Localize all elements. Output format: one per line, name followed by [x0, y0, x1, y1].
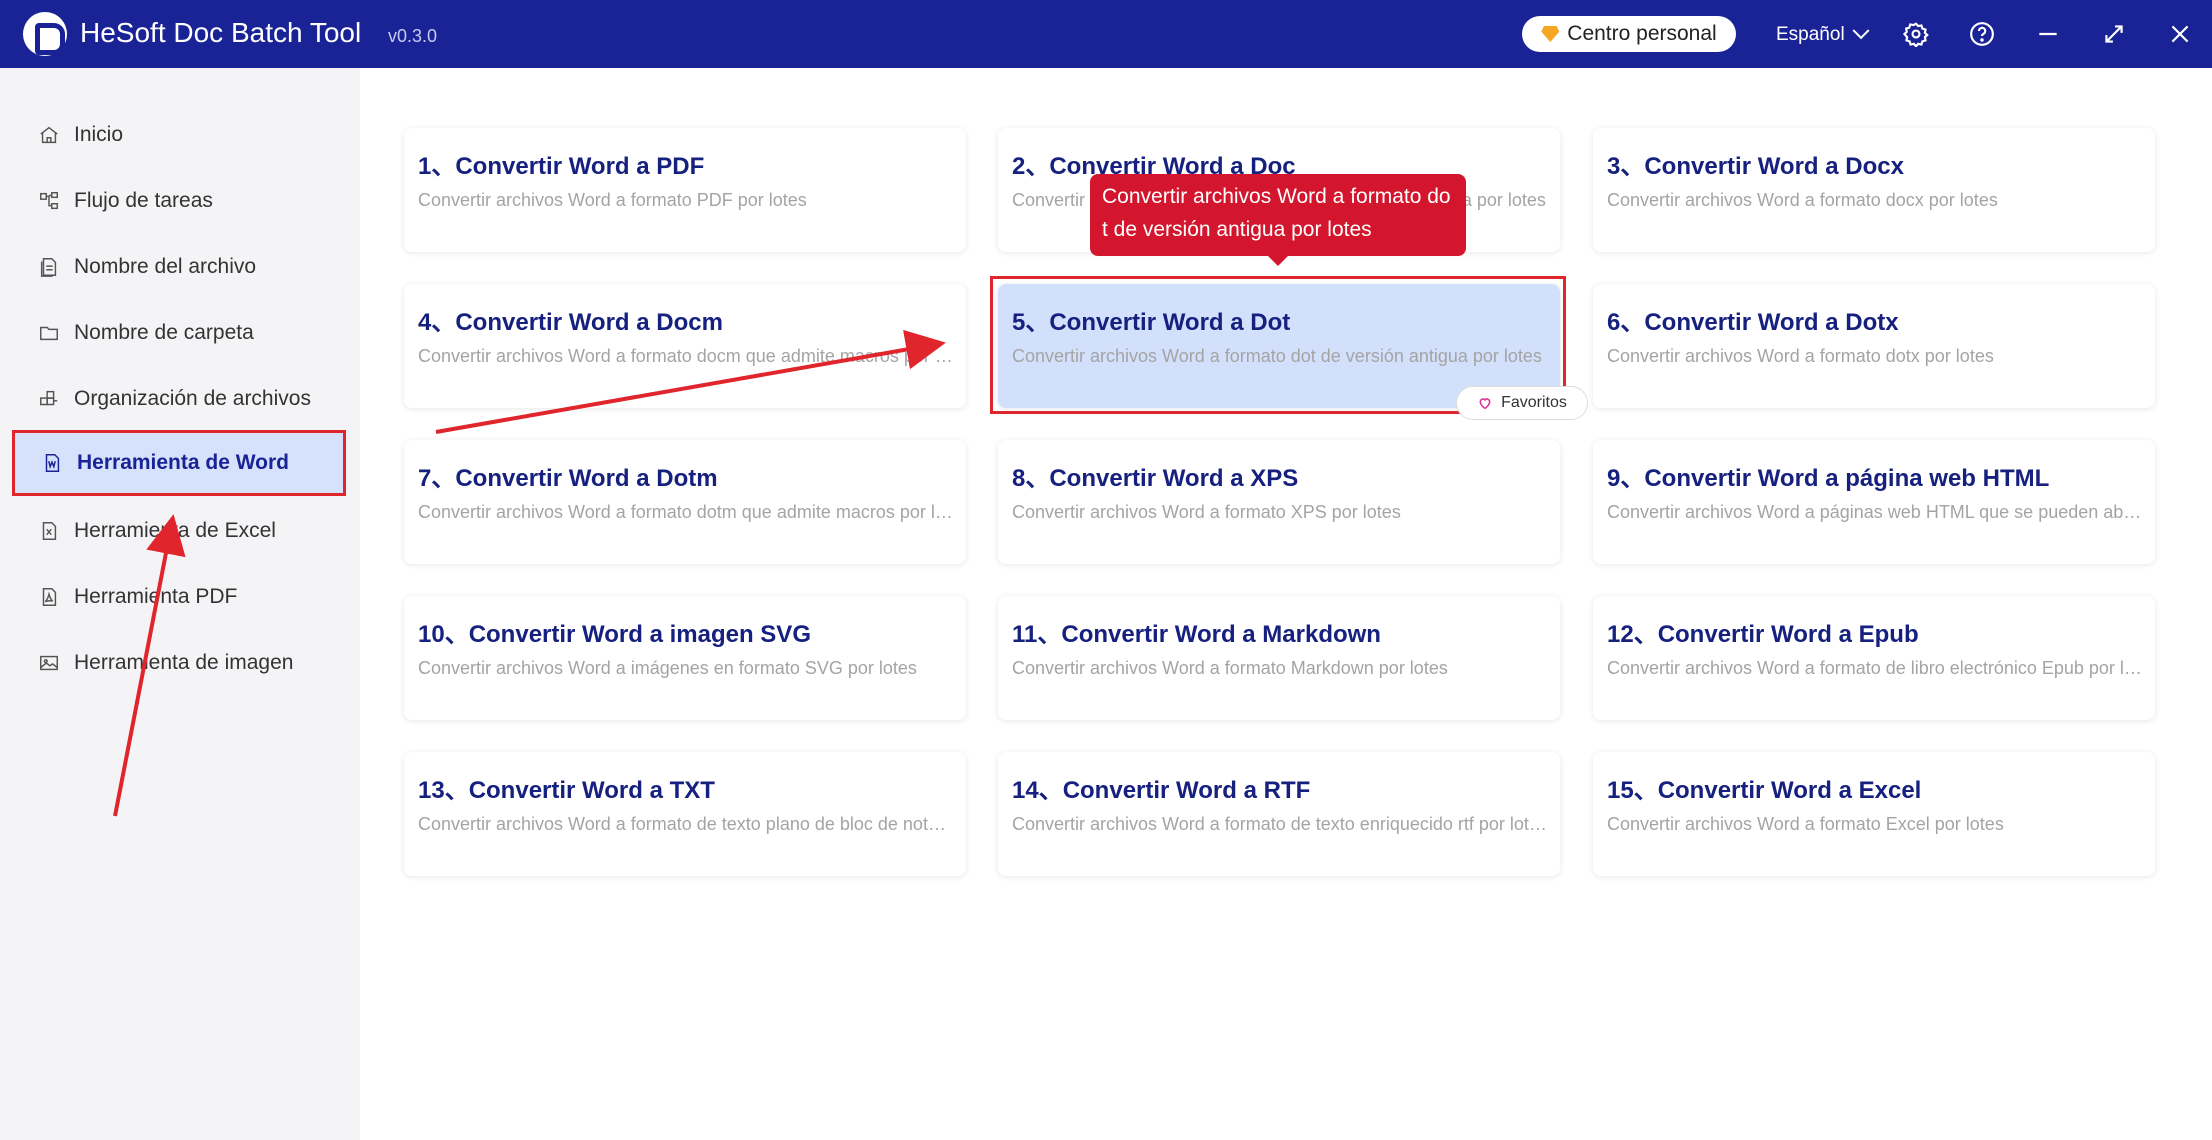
tool-description: Convertir archivos Word a formato dotx p… [1607, 346, 1994, 366]
minimize-icon[interactable] [2034, 20, 2062, 48]
tool-card-word-to-docx[interactable]: 3、Convertir Word a Docx Convertir archiv… [1593, 128, 2155, 252]
sidebar-item-label: Herramienta de Word [77, 451, 289, 474]
sidebar-item-label: Organización de archivos [74, 387, 311, 410]
language-select[interactable]: Español [1776, 22, 1870, 48]
language-label: Español [1776, 24, 1845, 45]
tool-card-word-to-xps[interactable]: 8、Convertir Word a XPS Convertir archivo… [998, 440, 1560, 564]
tool-title: 5、Convertir Word a Dot [1012, 309, 1291, 336]
tooltip-line: Convertir archivos Word a formato do [1102, 185, 1451, 208]
image-icon [38, 652, 60, 674]
heart-icon [1477, 395, 1493, 411]
sidebar-item-organizacion-de-archivos[interactable]: Organización de archivos [12, 366, 346, 432]
tool-card-word-to-dotx[interactable]: 6、Convertir Word a Dotx Convertir archiv… [1593, 284, 2155, 408]
sidebar-item-herramienta-de-word[interactable]: Herramienta de Word [12, 430, 346, 496]
tool-description: Convertir archivos Word a formato Excel … [1607, 814, 2004, 834]
tool-description: Convertir archivos Word a imágenes en fo… [418, 658, 917, 678]
sidebar-item-herramienta-de-excel[interactable]: Herramienta de Excel [12, 498, 346, 564]
sidebar-item-label: Flujo de tareas [74, 189, 213, 212]
tool-title: 10、Convertir Word a imagen SVG [418, 621, 811, 648]
tool-description: Convertir archivos Word a formato de tex… [1012, 814, 1547, 834]
organize-icon [38, 388, 60, 410]
sidebar-item-flujo-de-tareas[interactable]: Flujo de tareas [12, 168, 346, 234]
tool-title: 14、Convertir Word a RTF [1012, 777, 1311, 804]
home-icon [38, 124, 60, 146]
tool-description: Convertir archivos Word a formato docx p… [1607, 190, 1998, 210]
title-bar: HeSoft Doc Batch Tool v0.3.0 Centro pers… [0, 0, 2212, 68]
tool-card-word-to-docm[interactable]: 4、Convertir Word a Docm Convertir archiv… [404, 284, 966, 408]
tool-title: 12、Convertir Word a Epub [1607, 621, 1919, 648]
pdf-icon [38, 586, 60, 608]
tooltip-line: t de versión antigua por lotes [1102, 218, 1372, 241]
help-icon[interactable] [1968, 20, 1996, 48]
word-icon [41, 452, 63, 474]
workflow-icon [38, 190, 60, 212]
tool-description: Convertir archivos Word a formato PDF po… [418, 190, 807, 210]
tooltip: Convertir archivos Word a formato do t d… [1090, 174, 1466, 266]
app-title: HeSoft Doc Batch Tool [80, 17, 362, 48]
tool-description: Convertir archivos Word a formato de lib… [1607, 658, 2142, 678]
tool-title: 6、Convertir Word a Dotx [1607, 309, 1899, 336]
sidebar-item-label: Herramienta de Excel [74, 519, 276, 542]
sidebar-item-nombre-de-carpeta[interactable]: Nombre de carpeta [12, 300, 346, 366]
file-name-icon [38, 256, 60, 278]
favorite-label: Favoritos [1501, 394, 1567, 411]
tool-description: Convertir archivos Word a formato XPS po… [1012, 502, 1401, 522]
tool-title: 7、Convertir Word a Dotm [418, 465, 718, 492]
tool-card-word-to-dotm[interactable]: 7、Convertir Word a Dotm Convertir archiv… [404, 440, 966, 564]
sidebar-item-nombre-del-archivo[interactable]: Nombre del archivo [12, 234, 346, 300]
tool-card-word-to-svg[interactable]: 10、Convertir Word a imagen SVG Convertir… [404, 596, 966, 720]
sidebar-item-herramienta-de-imagen[interactable]: Herramienta de imagen [12, 630, 346, 696]
tool-description: Convertir archivos Word a formato de tex… [418, 814, 953, 834]
tool-description: Convertir archivos Word a páginas web HT… [1607, 502, 2142, 522]
app-version: v0.3.0 [388, 26, 438, 46]
tool-title: 4、Convertir Word a Docm [418, 309, 723, 336]
tool-card-word-to-epub[interactable]: 12、Convertir Word a Epub Convertir archi… [1593, 596, 2155, 720]
favorite-button[interactable]: Favoritos [1456, 386, 1588, 420]
diamond-icon [1541, 26, 1560, 42]
sidebar-item-label: Nombre del archivo [74, 255, 257, 278]
tool-card-word-to-rtf[interactable]: 14、Convertir Word a RTF Convertir archiv… [998, 752, 1560, 876]
tool-title: 8、Convertir Word a XPS [1012, 465, 1299, 492]
tool-card-word-to-markdown[interactable]: 11、Convertir Word a Markdown Convertir a… [998, 596, 1560, 720]
sidebar-item-label: Herramienta de imagen [74, 651, 294, 674]
tool-card-word-to-txt[interactable]: 13、Convertir Word a TXT Convertir archiv… [404, 752, 966, 876]
tool-card-word-to-excel[interactable]: 15、Convertir Word a Excel Convertir arch… [1593, 752, 2155, 876]
excel-icon [38, 520, 60, 542]
tool-description: Convertir archivos Word a formato dotm q… [418, 502, 953, 522]
sidebar-item-herramienta-pdf[interactable]: Herramienta PDF [12, 564, 346, 630]
close-icon[interactable] [2166, 20, 2194, 48]
chevron-down-icon [1852, 22, 1870, 40]
sidebar: Inicio Flujo de tareas Nombre del archiv… [0, 68, 360, 1140]
tool-title: 1、Convertir Word a PDF [418, 153, 705, 180]
tool-card-word-to-pdf[interactable]: 1、Convertir Word a PDF Convertir archivo… [404, 128, 966, 252]
app-logo-icon [23, 12, 67, 56]
tool-description: Convertir archivos Word a formato docm q… [418, 346, 953, 366]
maximize-icon[interactable] [2100, 20, 2128, 48]
gear-icon[interactable] [1902, 20, 1930, 48]
tool-title: 3、Convertir Word a Docx [1607, 153, 1904, 180]
tool-description: Convertir archivos Word a formato Markdo… [1012, 658, 1448, 678]
personal-center-label: Centro personal [1567, 22, 1717, 45]
sidebar-item-label: Nombre de carpeta [74, 321, 254, 344]
tool-description: Convertir archivos Word a formato dot de… [1012, 346, 1542, 366]
folder-icon [38, 322, 60, 344]
tool-card-word-to-html[interactable]: 9、Convertir Word a página web HTML Conve… [1593, 440, 2155, 564]
tool-title: 11、Convertir Word a Markdown [1012, 621, 1381, 648]
sidebar-item-label: Inicio [74, 123, 124, 146]
tool-title: 15、Convertir Word a Excel [1607, 777, 1922, 804]
tool-title: 9、Convertir Word a página web HTML [1607, 465, 2050, 492]
sidebar-item-label: Herramienta PDF [74, 585, 238, 608]
personal-center-button[interactable]: Centro personal [1522, 16, 1736, 52]
sidebar-item-inicio[interactable]: Inicio [12, 102, 346, 168]
tool-title: 13、Convertir Word a TXT [418, 777, 715, 804]
